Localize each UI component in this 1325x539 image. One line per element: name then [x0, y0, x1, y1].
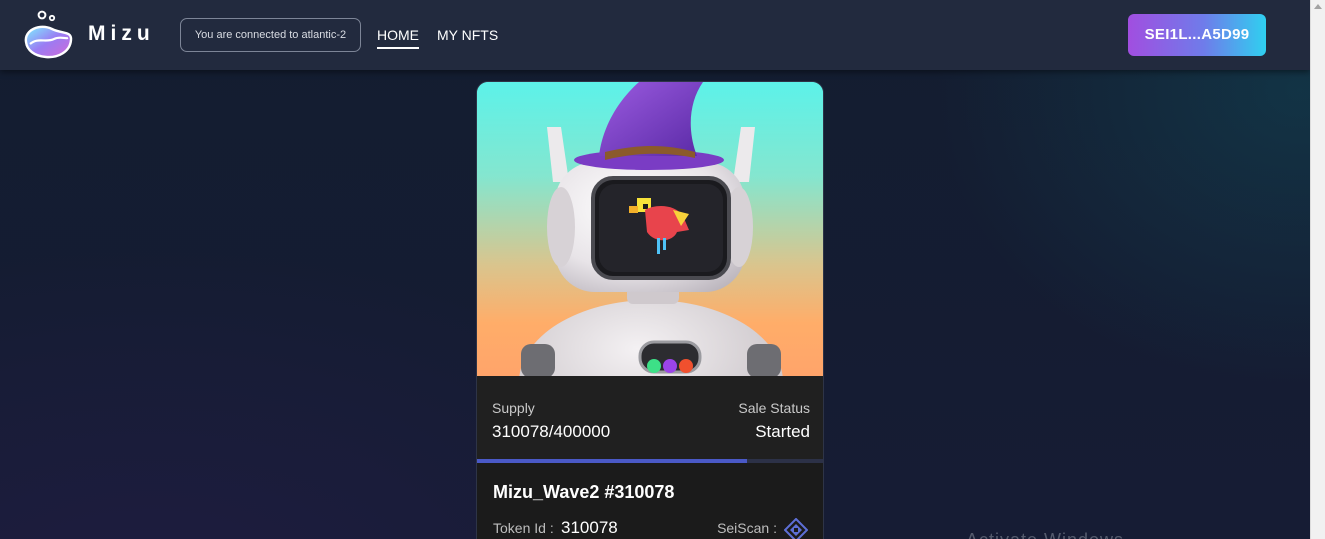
seiscan-diamond-icon[interactable] [784, 518, 808, 539]
network-status-badge: You are connected to atlantic-2 [180, 18, 361, 52]
nft-card: Supply 310078/400000 Sale Status Started… [476, 81, 824, 539]
token-id-label: Token Id : [493, 520, 554, 536]
page-scrollbar[interactable] [1310, 0, 1325, 539]
sale-status-label: Sale Status [738, 400, 810, 416]
nft-stats-panel: Supply 310078/400000 Sale Status Started [477, 376, 823, 460]
wallet-address-button[interactable]: SEI1L...A5D99 [1128, 14, 1266, 56]
nav-home-link[interactable]: HOME [377, 27, 419, 49]
seiscan-label: SeiScan : [717, 520, 777, 536]
supply-label: Supply [492, 400, 535, 416]
activate-windows-watermark: Activate Windows [966, 530, 1124, 539]
nav-my-nfts-link[interactable]: MY NFTS [437, 27, 498, 43]
top-nav-bar: Mizu You are connected to atlantic-2 HOM… [0, 0, 1310, 70]
nft-details-panel: Mizu_Wave2 #310078 Token Id : 310078 Sei… [477, 463, 823, 539]
nft-robot-image[interactable] [477, 82, 824, 376]
token-id-value: 310078 [561, 518, 618, 537]
scroll-up-arrow-icon[interactable] [1314, 4, 1322, 9]
mizu-logo-icon[interactable] [20, 8, 76, 62]
supply-value: 310078/400000 [492, 422, 611, 441]
nft-title: Mizu_Wave2 #310078 [493, 482, 675, 502]
brand-name[interactable]: Mizu [88, 22, 155, 46]
sale-status-value: Started [755, 422, 810, 441]
